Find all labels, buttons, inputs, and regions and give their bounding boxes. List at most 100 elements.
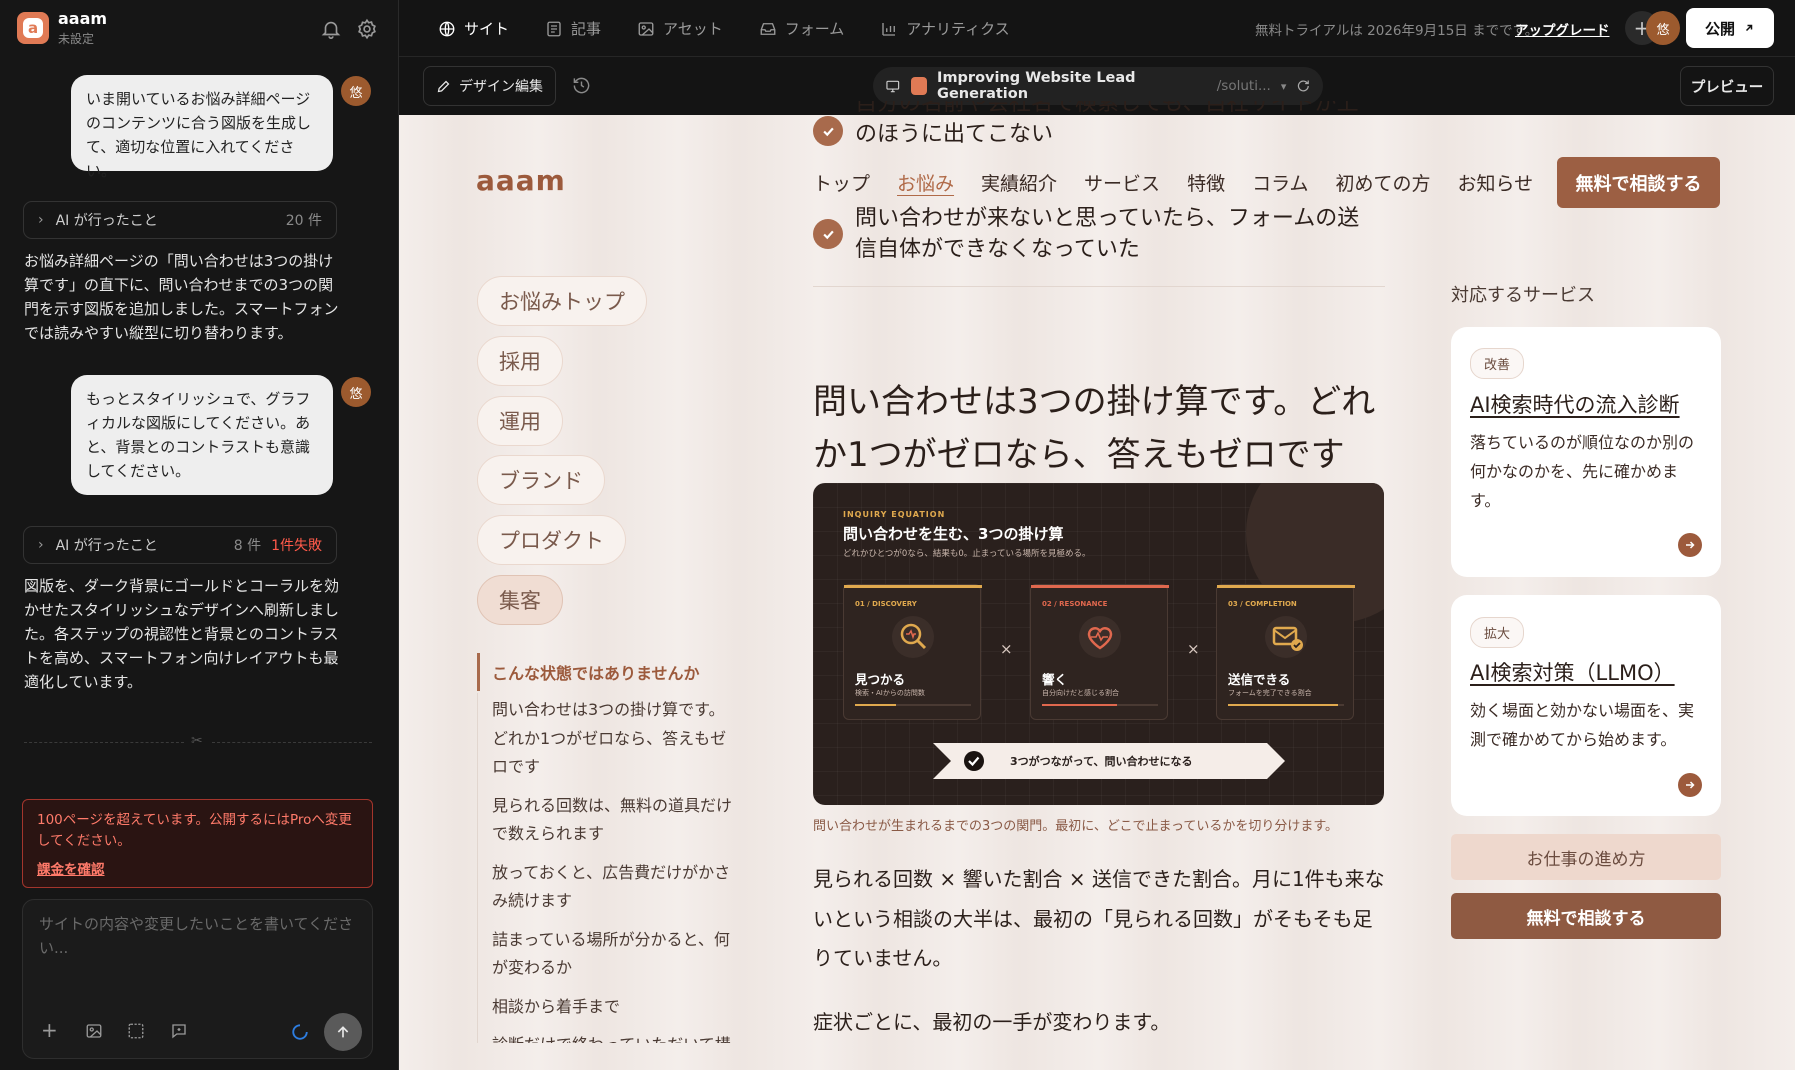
tab-assets[interactable]: アセット	[637, 18, 723, 39]
magnifier-icon	[892, 616, 934, 658]
design-edit-label: デザイン編集	[459, 79, 543, 95]
check-icon	[813, 116, 843, 146]
comment-icon[interactable]	[170, 1022, 188, 1040]
image-icon	[638, 21, 654, 36]
site-nav-item[interactable]: お知らせ	[1458, 169, 1534, 196]
user-avatar: 悠	[341, 76, 371, 106]
chat-input[interactable]: サイトの内容や変更したいことを書いてください...	[39, 912, 355, 960]
globe-icon	[439, 21, 455, 36]
image-upload-icon[interactable]	[85, 1022, 103, 1040]
site-nav-item[interactable]: 特徴	[1187, 169, 1225, 196]
tab-articles[interactable]: 記事	[545, 18, 601, 39]
site-nav: トップ お悩み 実績紹介 サービス 特徴 コラム 初めての方 お知らせ	[813, 169, 1533, 196]
toc-item[interactable]: 見られる回数は、無料の道具だけで数えられます	[492, 792, 734, 849]
arrow-right-icon	[1686, 781, 1695, 789]
preview-button[interactable]: プレビュー	[1680, 66, 1774, 106]
tab-label: アナリティクス	[906, 20, 1010, 38]
toc-item[interactable]: 相談から着手まで	[492, 993, 734, 1022]
loading-spinner-icon	[292, 1024, 308, 1040]
service-card[interactable]: 改善 AI検索時代の流入診断 落ちているのが順位なのか別の何かなのかを、先に確か…	[1451, 327, 1721, 577]
tab-forms[interactable]: フォーム	[759, 18, 844, 39]
consult-button[interactable]: 無料で相談する	[1451, 893, 1721, 939]
site-nav-item[interactable]: サービス	[1084, 169, 1160, 196]
toc-heading[interactable]: こんな状態ではありませんか	[492, 660, 700, 684]
ai-actions-label: AI が行ったこと	[55, 213, 158, 229]
top-navigation: サイト 記事 アセット フォーム アナリティクス 無料トライアルは 2026年9…	[399, 0, 1795, 57]
category-pill[interactable]: 運用	[477, 396, 563, 446]
user-avatar[interactable]: 悠	[1646, 11, 1680, 45]
category-pill[interactable]: プロダクト	[477, 515, 626, 565]
step-card: 03 / COMPLETION 送信できる フォームを完了できる割合	[1216, 584, 1355, 720]
section-heading: 問い合わせは3つの掛け算です。どれか1つがゼロなら、答えもゼロです	[813, 382, 1376, 475]
mail-check-icon	[1265, 616, 1307, 658]
page-selector[interactable]: Improving Website Lead Generation /solut…	[873, 67, 1323, 105]
step-card: 01 / DISCOVERY 見つかる 検索・AIからの訪問数	[843, 584, 982, 720]
user-avatar: 悠	[341, 377, 371, 407]
send-button[interactable]	[324, 1013, 362, 1051]
tab-analytics[interactable]: アナリティクス	[880, 18, 1010, 39]
gear-icon[interactable]	[356, 18, 378, 40]
toc-item[interactable]: 放っておくと、広告費だけがかさみ続けます	[492, 859, 734, 916]
design-edit-button[interactable]: デザイン編集	[423, 66, 556, 106]
tab-site[interactable]: サイト	[438, 18, 509, 39]
service-tag: 拡大	[1470, 617, 1525, 648]
billing-link[interactable]: 課金を確認	[37, 858, 358, 878]
upgrade-link[interactable]: アップグレード	[1515, 19, 1610, 39]
step-title: 響く	[1042, 672, 1068, 687]
checklist-item-clip: 自分の名前や会社名で検索しても、自社サイトが上のほうに出てこない	[855, 101, 1375, 161]
inquiry-figure: INQUIRY EQUATION 問い合わせを生む、3つの掛け算 どれかひとつが…	[813, 483, 1384, 805]
page-title: Improving Website Lead Generation	[937, 70, 1136, 102]
site-nav-item[interactable]: 実績紹介	[981, 169, 1057, 196]
publish-button[interactable]: 公開	[1686, 8, 1774, 48]
header-cta-button[interactable]: 無料で相談する	[1557, 157, 1720, 208]
pencil-icon	[437, 80, 450, 92]
refresh-icon[interactable]	[1296, 78, 1311, 94]
workflow-button[interactable]: お仕事の進め方	[1451, 834, 1721, 880]
ai-actions-toggle[interactable]: › AI が行ったこと 20 件	[23, 201, 337, 239]
site-favicon	[910, 77, 928, 95]
step-desc: フォームを完了できる割合	[1228, 689, 1312, 697]
toc-item[interactable]: 詰まっている場所が分かると、何が変わるか	[492, 926, 734, 983]
arrow-up-icon	[337, 1026, 349, 1038]
site-nav-item-active[interactable]: お悩み	[897, 169, 954, 196]
select-area-icon[interactable]	[127, 1022, 145, 1040]
desktop-icon[interactable]	[885, 78, 901, 95]
scissors-icon: ✂	[191, 733, 203, 749]
tab-label: アセット	[663, 20, 723, 38]
service-card[interactable]: 拡大 AI検索対策（LLMO） 効く場面と効かない場面を、実測で確かめてから始め…	[1451, 595, 1721, 816]
figure-caption: 問い合わせが生まれるまでの3つの関門。最初に、どこで止まっているかを切り分けます…	[813, 819, 1339, 834]
category-pill[interactable]: お悩みトップ	[477, 276, 647, 326]
bell-icon[interactable]	[320, 18, 342, 40]
page-path: /soluti...	[1216, 78, 1271, 94]
service-arrow-button[interactable]	[1678, 773, 1702, 797]
step-tag: 03 / COMPLETION	[1228, 600, 1297, 608]
category-pill[interactable]: ブランド	[477, 455, 605, 505]
site-nav-item[interactable]: 初めての方	[1336, 169, 1431, 196]
history-icon[interactable]	[572, 76, 591, 95]
publish-label: 公開	[1704, 19, 1735, 38]
step-title: 見つかる	[855, 672, 906, 687]
user-message: もっとスタイリッシュで、グラフィカルな図版にしてください。あと、背景とのコントラ…	[71, 375, 333, 495]
app-logo[interactable]: a	[17, 12, 49, 44]
step-card: 02 / RESONANCE 響く 自分向けだと感じる割合	[1030, 584, 1169, 720]
service-arrow-button[interactable]	[1678, 533, 1702, 557]
site-nav-item[interactable]: トップ	[813, 169, 870, 196]
service-title[interactable]: AI検索対策（LLMO）	[1470, 657, 1675, 687]
plus-icon[interactable]: +	[41, 1018, 58, 1042]
service-title[interactable]: AI検索時代の流入診断	[1470, 389, 1680, 419]
category-pill-active[interactable]: 集客	[477, 575, 563, 625]
service-desc: 効く場面と効かない場面を、実測で確かめてから始めます。	[1470, 701, 1695, 749]
site-nav-item[interactable]: コラム	[1252, 169, 1308, 196]
body-paragraph: 見られる回数 × 響いた割合 × 送信できた割合。月に1件も来ないという相談の大…	[813, 867, 1385, 970]
category-pill[interactable]: 採用	[477, 336, 563, 386]
step-accent	[1217, 585, 1355, 588]
toc-item[interactable]: 問い合わせは3つの掛け算です。どれか1つがゼロなら、答えもゼロです	[492, 696, 734, 782]
figure-subtitle: どれかひとつが0なら、結果も0。止まっている場所を見極める。	[843, 549, 1091, 559]
ai-actions-count: 20 件	[285, 213, 322, 229]
toc-item[interactable]: 診断だけで終わっていただいて構い	[492, 1031, 734, 1043]
site-logo[interactable]: aaam	[476, 164, 566, 197]
ai-actions-toggle[interactable]: › AI が行ったこと 8 件 1件失敗	[23, 526, 337, 564]
figure-title: 問い合わせを生む、3つの掛け算	[843, 525, 1064, 543]
app-status: 未設定	[58, 32, 95, 46]
ai-actions-label: AI が行ったこと	[55, 538, 158, 554]
